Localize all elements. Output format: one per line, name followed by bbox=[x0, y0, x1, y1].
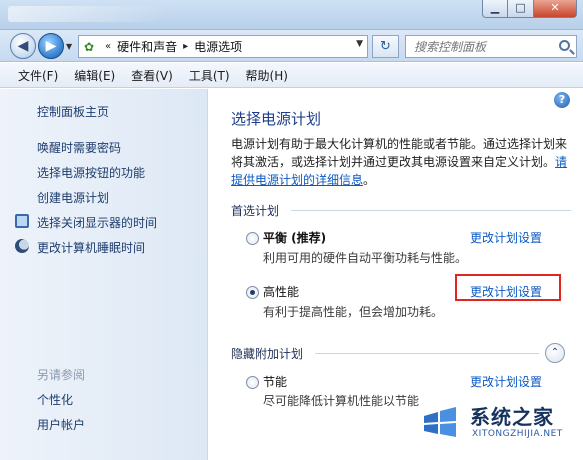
plan-desc-power-saver: 尽可能降低计算机性能以节能 bbox=[263, 394, 420, 408]
forward-button[interactable]: ▶ bbox=[38, 33, 64, 59]
menu-help[interactable]: 帮助(H) bbox=[238, 67, 296, 84]
title-bar: ▁ □ ✕ bbox=[0, 0, 583, 30]
sidebar-item-wake-password[interactable]: 唤醒时需要密码 bbox=[37, 139, 121, 156]
plan-radio-high-performance[interactable] bbox=[246, 286, 259, 299]
highlight-annotation bbox=[455, 274, 561, 301]
help-icon[interactable]: ? bbox=[554, 92, 570, 108]
section-divider bbox=[315, 353, 539, 354]
plan-radio-power-saver[interactable] bbox=[246, 376, 259, 389]
sidebar-item-personalization[interactable]: 个性化 bbox=[37, 391, 73, 408]
search-box[interactable] bbox=[405, 35, 577, 58]
minimize-button[interactable]: ▁ bbox=[482, 0, 508, 18]
history-dropdown-icon[interactable]: ▼ bbox=[66, 42, 72, 51]
sidebar-item-control-panel-home[interactable]: 控制面板主页 bbox=[37, 103, 109, 120]
breadcrumb[interactable]: ✿ « 硬件和声音 ▸ 电源选项 ▼ bbox=[78, 35, 368, 58]
menu-tools[interactable]: 工具(T) bbox=[181, 67, 238, 84]
refresh-button[interactable]: ↻ bbox=[372, 35, 399, 58]
plan-name-high-performance[interactable]: 高性能 bbox=[263, 283, 299, 300]
page-description: 电源计划有助于最大化计算机的性能或者节能。通过选择计划来将其激活，或选择计划并通… bbox=[231, 135, 571, 189]
address-bar: ◀ ▶ ▼ ✿ « 硬件和声音 ▸ 电源选项 ▼ ↻ bbox=[0, 30, 583, 62]
maximize-button[interactable]: □ bbox=[508, 0, 534, 18]
plan-name-balanced[interactable]: 平衡 (推荐) bbox=[263, 229, 326, 246]
menu-file[interactable]: 文件(F) bbox=[10, 67, 66, 84]
sidebar: 控制面板主页 唤醒时需要密码 选择电源按钮的功能 创建电源计划 选择关闭显示器的… bbox=[0, 89, 208, 460]
sidebar-item-user-accounts[interactable]: 用户帐户 bbox=[37, 416, 85, 433]
preferred-plans-heading: 首选计划 bbox=[231, 204, 280, 218]
search-icon[interactable] bbox=[559, 40, 570, 51]
collapse-chevron-icon[interactable]: ⌃ bbox=[545, 343, 565, 363]
sidebar-item-power-buttons[interactable]: 选择电源按钮的功能 bbox=[37, 164, 145, 181]
menu-view[interactable]: 查看(V) bbox=[123, 67, 181, 84]
windows-logo-icon bbox=[424, 407, 456, 437]
breadcrumb-item-hardware-sound[interactable]: 硬件和声音 bbox=[117, 38, 177, 55]
change-plan-settings-balanced-link[interactable]: 更改计划设置 bbox=[470, 229, 542, 246]
control-panel-icon: ✿ bbox=[83, 39, 95, 54]
window-controls: ▁ □ ✕ bbox=[482, 0, 577, 18]
watermark-url: XITONGZHIJIA.NET bbox=[472, 429, 563, 439]
change-plan-settings-power-saver-link[interactable]: 更改计划设置 bbox=[470, 373, 542, 390]
see-also-heading: 另请参阅 bbox=[37, 368, 86, 382]
breadcrumb-overflow[interactable]: « bbox=[99, 41, 117, 52]
sidebar-item-display-off-time[interactable]: 选择关闭显示器的时间 bbox=[37, 214, 157, 231]
breadcrumb-item-power-options[interactable]: 电源选项 bbox=[194, 38, 242, 55]
menu-edit[interactable]: 编辑(E) bbox=[66, 67, 123, 84]
description-end: 。 bbox=[363, 173, 376, 187]
plan-name-power-saver[interactable]: 节能 bbox=[263, 373, 287, 390]
search-input[interactable] bbox=[406, 36, 546, 57]
sidebar-item-create-plan[interactable]: 创建电源计划 bbox=[37, 189, 109, 206]
section-divider bbox=[291, 210, 571, 211]
hidden-plans-heading: 隐藏附加计划 bbox=[231, 347, 304, 361]
monitor-icon bbox=[15, 214, 29, 228]
close-button[interactable]: ✕ bbox=[534, 0, 577, 18]
menu-bar: 文件(F) 编辑(E) 查看(V) 工具(T) 帮助(H) bbox=[0, 63, 583, 88]
description-text: 电源计划有助于最大化计算机的性能或者节能。通过选择计划来将其激活，或选择计划并通… bbox=[231, 137, 568, 169]
address-dropdown-icon[interactable]: ▼ bbox=[356, 39, 363, 49]
sidebar-item-sleep-time[interactable]: 更改计算机睡眠时间 bbox=[37, 239, 145, 256]
plan-desc-balanced: 利用可用的硬件自动平衡功耗与性能。 bbox=[263, 251, 468, 265]
sleep-moon-icon bbox=[15, 239, 29, 253]
watermark-title: 系统之家 bbox=[470, 405, 554, 429]
window-title bbox=[8, 6, 168, 22]
breadcrumb-separator-icon[interactable]: ▸ bbox=[177, 41, 194, 52]
plan-desc-high-performance: 有利于提高性能，但会增加功耗。 bbox=[263, 305, 444, 319]
site-watermark: 系统之家 XITONGZHIJIA.NET bbox=[420, 396, 583, 460]
page-title: 选择电源计划 bbox=[231, 110, 322, 128]
plan-radio-balanced[interactable] bbox=[246, 232, 259, 245]
back-button[interactable]: ◀ bbox=[10, 33, 36, 59]
